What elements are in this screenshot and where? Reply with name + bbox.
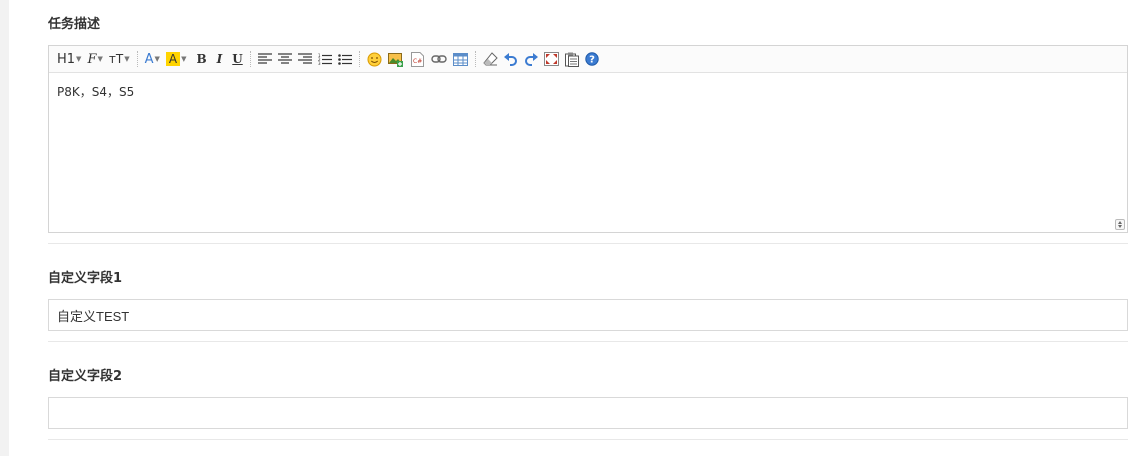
chevron-down-icon: ▼	[154, 55, 160, 63]
editor-toolbar: H1 ▼ F ▼ тT ▼ A ▼ A ▼ B I U 1 2 3 C# ?	[49, 46, 1127, 73]
clear-format-button[interactable]	[481, 49, 500, 69]
heading-dropdown[interactable]: H1 ▼	[55, 49, 83, 69]
font-family-dropdown[interactable]: F ▼	[85, 49, 104, 69]
align-left-icon	[257, 53, 272, 64]
eraser-icon	[483, 52, 498, 66]
background-color-label: A	[165, 52, 181, 66]
fullscreen-icon	[543, 52, 559, 66]
undo-button[interactable]	[502, 49, 520, 69]
help-icon: ?	[585, 52, 599, 66]
ordered-list-button[interactable]: 123	[316, 49, 334, 69]
svg-text:3: 3	[318, 61, 321, 66]
bold-label: B	[196, 52, 207, 66]
background-color-button[interactable]: A ▼	[164, 49, 189, 69]
image-icon	[387, 52, 403, 67]
toolbar-separator	[358, 51, 360, 67]
font-size-dropdown[interactable]: тT ▼	[107, 49, 132, 69]
heading-label: H1	[57, 51, 76, 67]
svg-text:C#: C#	[413, 58, 422, 65]
insert-link-button[interactable]	[429, 49, 449, 69]
redo-button[interactable]	[522, 49, 540, 69]
align-right-icon	[297, 53, 312, 64]
underline-label: U	[232, 52, 243, 66]
toolbar-separator	[249, 51, 251, 67]
section-divider	[48, 243, 1128, 244]
font-color-button[interactable]: A ▼	[143, 49, 162, 69]
chevron-down-icon: ▼	[97, 55, 103, 63]
code-icon: C#	[410, 51, 424, 67]
align-center-button[interactable]	[276, 49, 294, 69]
undo-icon	[503, 52, 517, 66]
task-description-label: 任务描述	[48, 17, 101, 32]
insert-code-button[interactable]: C#	[408, 49, 427, 69]
rich-text-editor: H1 ▼ F ▼ тT ▼ A ▼ A ▼ B I U 1 2 3 C# ? P…	[48, 45, 1128, 233]
font-size-label: тT	[108, 52, 124, 66]
resize-handle[interactable]	[1115, 219, 1125, 230]
fullscreen-button[interactable]	[542, 49, 561, 69]
smiley-icon	[367, 52, 382, 66]
custom-field-2-input[interactable]	[48, 397, 1128, 429]
bold-button[interactable]: B	[194, 49, 208, 69]
section-divider	[48, 341, 1128, 342]
underline-button[interactable]: U	[230, 49, 244, 69]
link-icon	[431, 55, 447, 63]
font-family-label: F	[87, 51, 97, 67]
chevron-down-icon: ▼	[76, 55, 82, 63]
align-right-button[interactable]	[296, 49, 314, 69]
unordered-list-button[interactable]	[336, 49, 354, 69]
clipboard-icon	[564, 52, 579, 67]
editor-content[interactable]: P8K，S4，S5	[49, 73, 1127, 110]
insert-table-button[interactable]	[451, 49, 470, 69]
section-divider	[48, 439, 1128, 440]
paste-button[interactable]	[563, 49, 581, 69]
chevron-down-icon: ▼	[124, 55, 130, 63]
italic-label: I	[216, 52, 223, 66]
custom-field-2-label: 自定义字段2	[48, 369, 123, 384]
emoji-button[interactable]	[365, 49, 384, 69]
toolbar-separator	[474, 51, 476, 67]
insert-image-button[interactable]	[386, 49, 406, 69]
italic-button[interactable]: I	[215, 49, 225, 69]
chevron-down-icon: ▼	[181, 55, 187, 63]
left-gutter	[0, 0, 9, 456]
align-center-icon	[277, 53, 292, 64]
help-button[interactable]: ?	[583, 49, 601, 69]
custom-field-1-input[interactable]	[48, 299, 1128, 331]
custom-field-1-label: 自定义字段1	[48, 271, 123, 286]
redo-icon	[524, 52, 538, 66]
font-color-label: A	[144, 51, 154, 67]
ordered-list-icon: 123	[318, 53, 332, 66]
svg-text:?: ?	[589, 55, 595, 66]
unordered-list-icon	[337, 53, 352, 65]
toolbar-separator	[136, 51, 138, 67]
table-icon	[452, 52, 468, 66]
align-left-button[interactable]	[256, 49, 274, 69]
